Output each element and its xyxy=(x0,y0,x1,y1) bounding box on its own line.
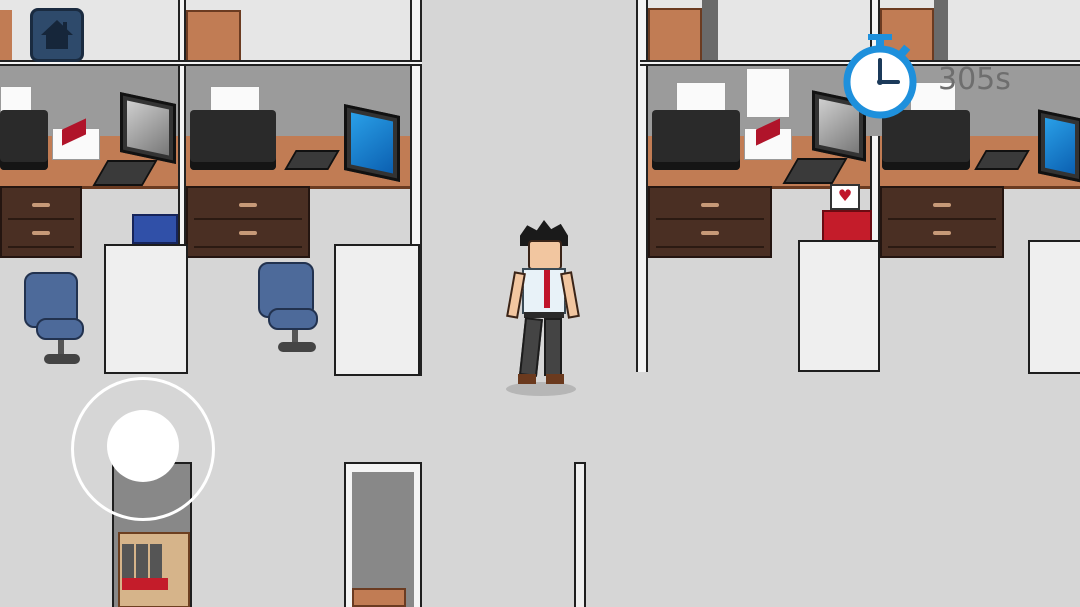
back-shelf xyxy=(352,588,406,607)
game-scene: ♥ 305s xyxy=(0,0,1080,607)
computer-monitor xyxy=(1038,109,1080,183)
back-shelf xyxy=(186,10,241,62)
printer xyxy=(190,110,276,170)
wall-notice xyxy=(746,68,790,118)
red-binder xyxy=(822,210,872,244)
home-button[interactable] xyxy=(30,8,84,62)
red-binder xyxy=(122,578,168,590)
blue-binder xyxy=(132,214,178,244)
computer-monitor xyxy=(120,92,176,164)
binder xyxy=(136,544,148,578)
cubicle-partition xyxy=(798,240,880,372)
binder xyxy=(122,544,134,578)
printer xyxy=(0,110,48,170)
timer-widget: 305s xyxy=(842,32,1022,124)
stopwatch-icon xyxy=(843,34,917,119)
cubicle-partition xyxy=(104,244,188,374)
drawer-unit xyxy=(186,186,310,258)
cubicle-partition xyxy=(574,462,586,607)
cubicle-partition xyxy=(1028,240,1080,374)
printer-paper xyxy=(676,82,726,112)
coffee-mug: ♥ xyxy=(830,184,860,210)
partition-top xyxy=(178,0,186,62)
drawer-unit xyxy=(0,186,82,258)
partition-top xyxy=(410,0,422,62)
back-shelf xyxy=(0,10,12,62)
drawer-unit xyxy=(648,186,772,258)
office-chair-seat xyxy=(268,308,318,330)
drawer-unit xyxy=(880,186,1004,258)
cubicle-partition xyxy=(334,244,420,376)
binder xyxy=(150,544,162,578)
home-icon xyxy=(41,20,73,49)
partition-mid xyxy=(178,66,186,246)
cubicle-inner-wall xyxy=(352,472,414,607)
player-character xyxy=(506,212,580,392)
office-chair-seat xyxy=(36,318,84,340)
chair-wheels xyxy=(44,354,80,364)
printer xyxy=(652,110,740,170)
chair-wheels xyxy=(278,342,316,352)
timer-text: 305s xyxy=(938,62,1011,97)
back-shelf xyxy=(648,8,702,62)
joystick-thumb[interactable] xyxy=(107,410,179,482)
computer-monitor xyxy=(344,104,400,182)
partition-top xyxy=(636,0,648,372)
partition-top xyxy=(702,0,718,62)
